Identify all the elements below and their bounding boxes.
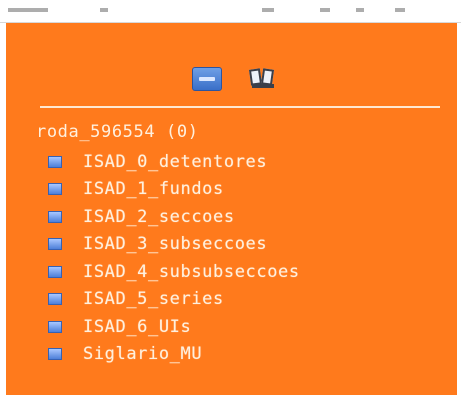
top-toolbar-strip (0, 0, 461, 23)
tree-item[interactable]: ISAD_6_UIs (48, 313, 300, 341)
toolbar-fragment (8, 8, 48, 12)
tree-item-label: Siglario_MU (83, 344, 203, 365)
toolbar-fragment (356, 8, 364, 12)
toolbar-fragment (262, 8, 274, 12)
tree-item-label: ISAD_4_subsubseccoes (83, 261, 300, 282)
folder-icon (48, 265, 62, 278)
tree-item-label: ISAD_6_UIs (83, 316, 192, 337)
toolbar-fragment (395, 8, 405, 12)
tree-item[interactable]: ISAD_0_detentores (48, 148, 300, 176)
toolbar-fragment (320, 8, 330, 12)
toolbar-fragment (100, 8, 108, 12)
book-base (252, 84, 274, 88)
tree-root[interactable]: roda_596554 (0) (36, 122, 199, 142)
tree-item-label: ISAD_0_detentores (83, 151, 268, 172)
folder-icon (48, 155, 62, 168)
new-item-icon[interactable] (192, 67, 222, 91)
panel-toolbar (192, 67, 278, 91)
open-book-icon[interactable] (248, 67, 278, 91)
tree-item-label: ISAD_5_series (83, 289, 224, 310)
folder-icon (48, 348, 62, 361)
folder-icon (48, 210, 62, 223)
tree-panel: roda_596554 (0) ISAD_0_detentores ISAD_1… (6, 23, 457, 395)
tree-item-label: ISAD_2_seccoes (83, 206, 235, 227)
folder-icon (48, 293, 62, 306)
tree-item[interactable]: ISAD_1_fundos (48, 176, 300, 204)
folder-icon (48, 183, 62, 196)
tree-item-label: ISAD_3_subseccoes (83, 234, 268, 255)
divider (40, 106, 440, 108)
tree-item[interactable]: ISAD_5_series (48, 286, 300, 314)
tree-item[interactable]: ISAD_4_subsubseccoes (48, 258, 300, 286)
tree-item-label: ISAD_1_fundos (83, 179, 224, 200)
tree-item[interactable]: ISAD_3_subseccoes (48, 231, 300, 259)
tree-item[interactable]: ISAD_2_seccoes (48, 203, 300, 231)
folder-icon (48, 320, 62, 333)
tree-item[interactable]: Siglario_MU (48, 341, 300, 369)
folder-icon (48, 238, 62, 251)
tree-list: ISAD_0_detentores ISAD_1_fundos ISAD_2_s… (48, 148, 300, 368)
